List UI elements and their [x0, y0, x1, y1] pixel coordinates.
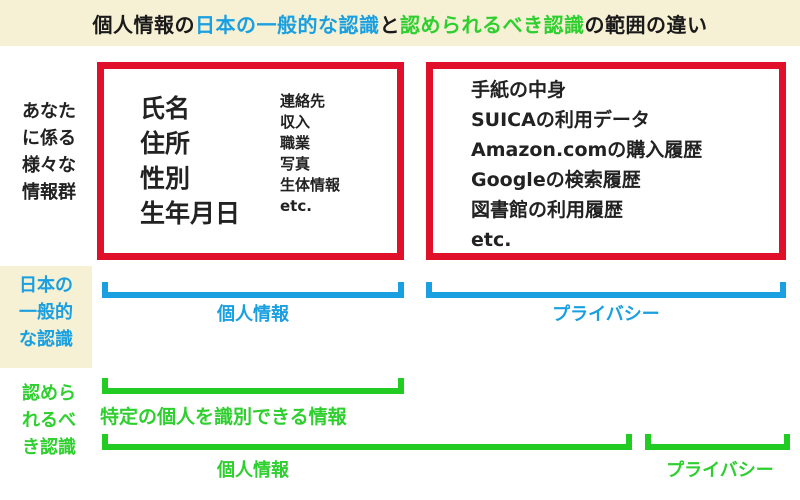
japan-personal-info-label: 個人情報 [217, 304, 289, 325]
japan-personal-info-bracket [102, 282, 404, 298]
list-item: etc. [471, 229, 512, 251]
list-item: Googleの検索履歴 [471, 169, 641, 191]
page-title: 個人情報の 日本の一般的な認識と認められるべき認識 の範囲の違い [0, 0, 800, 46]
title-part-5: の範囲の違い [584, 12, 708, 37]
row-label-line: れるべ [22, 410, 76, 431]
title-part-japan: 日本の一般的な認識 [195, 12, 380, 37]
row-label-info-groups: あなた に係る 様々な 情報群 [8, 98, 90, 206]
list-item: 生体情報 [280, 176, 341, 194]
title-part-3: と [379, 12, 400, 37]
list-item: 氏名 [140, 94, 191, 123]
big-items-list: 氏名 住所 性別 生年月日 [140, 91, 240, 231]
identifiable-info-bracket [102, 378, 404, 394]
row-label-line: 日本の [19, 275, 73, 296]
row-label-line: 認めら [22, 383, 76, 404]
should-personal-info-bracket [102, 434, 632, 450]
title-part-1: 個人情報の [92, 12, 195, 37]
should-personal-info-label: 個人情報 [217, 460, 289, 481]
list-item: 収入 [280, 113, 311, 131]
privacy-items-list: 手紙の中身 SUICAの利用データ Amazon.comの購入履歴 Google… [471, 75, 702, 255]
list-item: 写真 [280, 155, 311, 173]
row-label-line: き認識 [22, 437, 76, 458]
list-item: 職業 [280, 134, 311, 152]
identifiable-info-label: 特定の個人を識別できる情報 [100, 406, 347, 428]
privacy-box: 手紙の中身 SUICAの利用データ Amazon.comの購入履歴 Google… [426, 62, 786, 260]
list-item: etc. [280, 197, 312, 215]
list-item: 手紙の中身 [471, 79, 567, 101]
list-item: 住所 [140, 129, 191, 158]
should-privacy-label: プライバシー [666, 460, 774, 481]
row-label-line: な認識 [19, 329, 73, 350]
row-label-line: 一般的 [19, 302, 73, 323]
row-label-line: 情報群 [22, 182, 76, 203]
should-privacy-bracket [645, 434, 790, 450]
title-part-should: 認められるべき認識 [400, 12, 585, 37]
row-label-line: に係る [22, 128, 76, 149]
personal-info-box: 氏名 住所 性別 生年月日 連絡先 収入 職業 写真 生体情報 etc. [97, 62, 404, 260]
row-label-line: あなた [22, 101, 76, 122]
list-item: 連絡先 [280, 92, 326, 110]
list-item: SUICAの利用データ [471, 109, 650, 131]
japan-privacy-bracket [426, 282, 786, 298]
row-label-line: 様々な [22, 155, 76, 176]
list-item: 性別 [140, 164, 191, 193]
list-item: 図書館の利用履歴 [471, 199, 624, 221]
row-label-should-be: 認めら れるべ き認識 [8, 380, 90, 461]
small-items-list: 連絡先 収入 職業 写真 生体情報 etc. [280, 91, 340, 217]
japan-privacy-label: プライバシー [552, 304, 660, 325]
list-item: 生年月日 [140, 199, 241, 228]
list-item: Amazon.comの購入履歴 [471, 139, 703, 161]
row-label-japan-common: 日本の 一般的 な認識 [0, 266, 92, 368]
